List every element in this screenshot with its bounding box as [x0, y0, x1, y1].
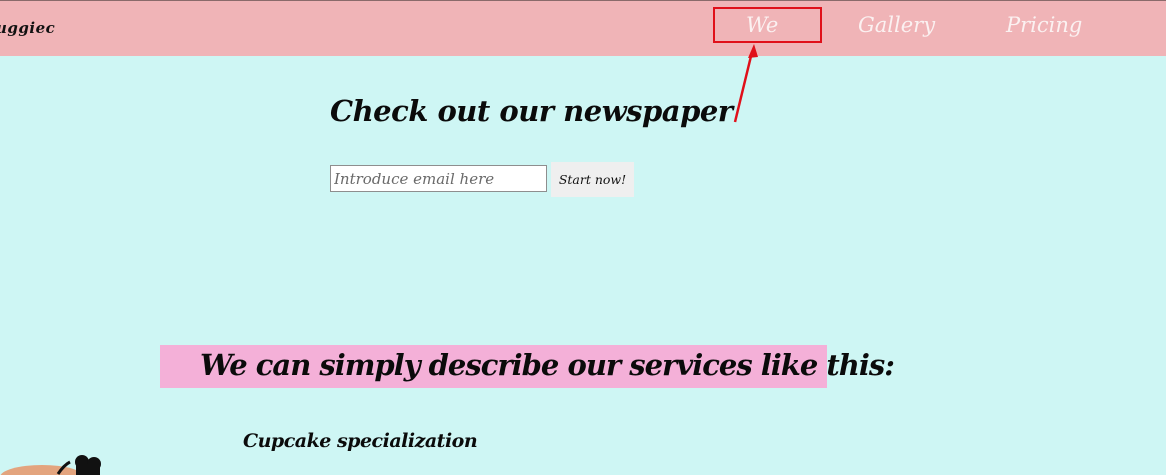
- nav-link-pricing[interactable]: Pricing: [1006, 13, 1082, 37]
- top-navigation-bar: uggiec We Gallery Pricing: [0, 0, 1166, 56]
- annotation-highlight-box: [713, 7, 822, 43]
- cupcake-specialization-heading: Cupcake specialization: [243, 430, 478, 452]
- services-title: We can simply describe our services like…: [200, 348, 895, 382]
- nav-link-gallery[interactable]: Gallery: [858, 13, 935, 37]
- site-logo[interactable]: uggiec: [0, 19, 55, 37]
- start-now-button[interactable]: Start now!: [551, 162, 634, 197]
- email-input[interactable]: [330, 165, 547, 192]
- newsletter-title: Check out our newspaper: [330, 94, 733, 128]
- cupcake-icon: [0, 455, 101, 475]
